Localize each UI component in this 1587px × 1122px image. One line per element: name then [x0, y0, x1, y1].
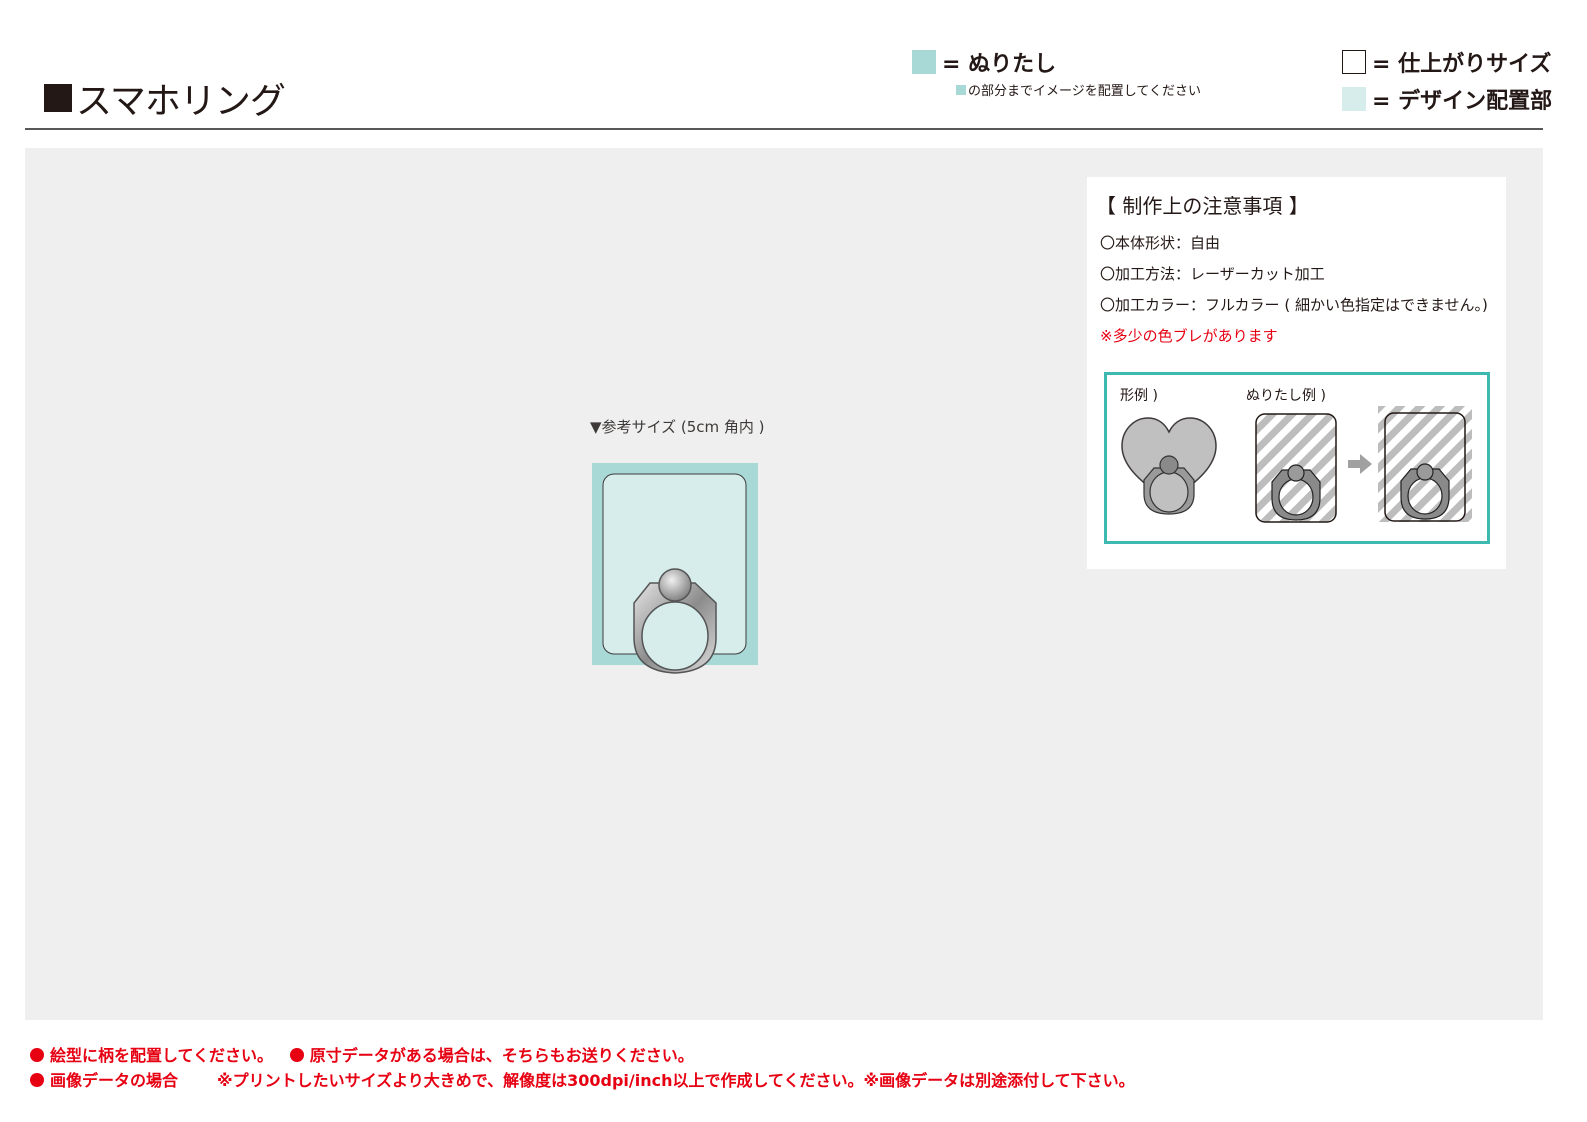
black-square-icon: [44, 84, 72, 112]
legend-bleed-note-text: の部分までイメージを配置してください: [968, 84, 1201, 99]
legend-bleed-label: = ぬりたし: [942, 52, 1057, 77]
finish-size-swatch: [1342, 50, 1366, 74]
page-title: スマホリング: [44, 72, 286, 124]
legend-design-label: = デザイン配置部: [1372, 89, 1553, 114]
footer-line-2b: ※プリントしたいサイズより大きめで、解像度は300dpi/inch以上で作成して…: [217, 1071, 1135, 1090]
red-bullet-icon: [289, 1048, 304, 1062]
header-divider: [25, 128, 1543, 130]
footer-line-2: 画像データの場合 ※プリントしたいサイズより大きめで、解像度は300dpi/in…: [30, 1067, 1135, 1091]
footer-line-1b: 原寸データがある場合は、そちらもお送りください。: [309, 1046, 694, 1065]
note-item-color: 〇加工カラー：フルカラー ( 細かい色指定はできません。): [1100, 296, 1488, 314]
notes-title: 【 制作上の注意事項 】: [1096, 194, 1309, 218]
note-item-process: 〇加工方法：レーザーカット加工: [1100, 265, 1325, 283]
page-title-text: スマホリング: [76, 81, 286, 122]
design-area-swatch: [1342, 87, 1366, 111]
bleed-example-after: [1378, 406, 1472, 522]
bleed-swatch: [912, 50, 936, 74]
footer-line-2a: 画像データの場合: [50, 1071, 179, 1090]
red-bullet-icon: [30, 1073, 44, 1087]
legend-design-area: = デザイン配置部: [1342, 83, 1552, 115]
legend-finish-size: = 仕上がりサイズ: [1342, 46, 1551, 78]
shape-example-label: 形例 ): [1120, 388, 1158, 404]
arrow-right-icon: [1348, 454, 1372, 474]
phone-ring-template: [592, 463, 758, 674]
footer-line-1: 絵型に柄を配置してください。 原寸データがある場合は、そちらもお送りください。: [30, 1042, 694, 1066]
legend-bleed-note: の部分までイメージを配置してください: [956, 80, 1201, 99]
reference-size-label: ▼参考サイズ (5cm 角内 ): [590, 418, 765, 436]
bleed-example-before: [1255, 413, 1337, 523]
bleed-mini-swatch: [956, 84, 966, 95]
heart-shape-example: [1121, 417, 1217, 515]
note-item-shape: 〇本体形状：自由: [1100, 234, 1221, 252]
red-bullet-icon: [30, 1048, 44, 1062]
legend-bleed: = ぬりたし: [912, 46, 1056, 78]
note-warning: ※多少の色ブレがあります: [1100, 327, 1278, 345]
bleed-example-label: ぬりたし例 ): [1246, 388, 1326, 404]
footer-line-1a: 絵型に柄を配置してください。: [50, 1046, 274, 1065]
legend-finish-label: = 仕上がりサイズ: [1372, 52, 1552, 77]
